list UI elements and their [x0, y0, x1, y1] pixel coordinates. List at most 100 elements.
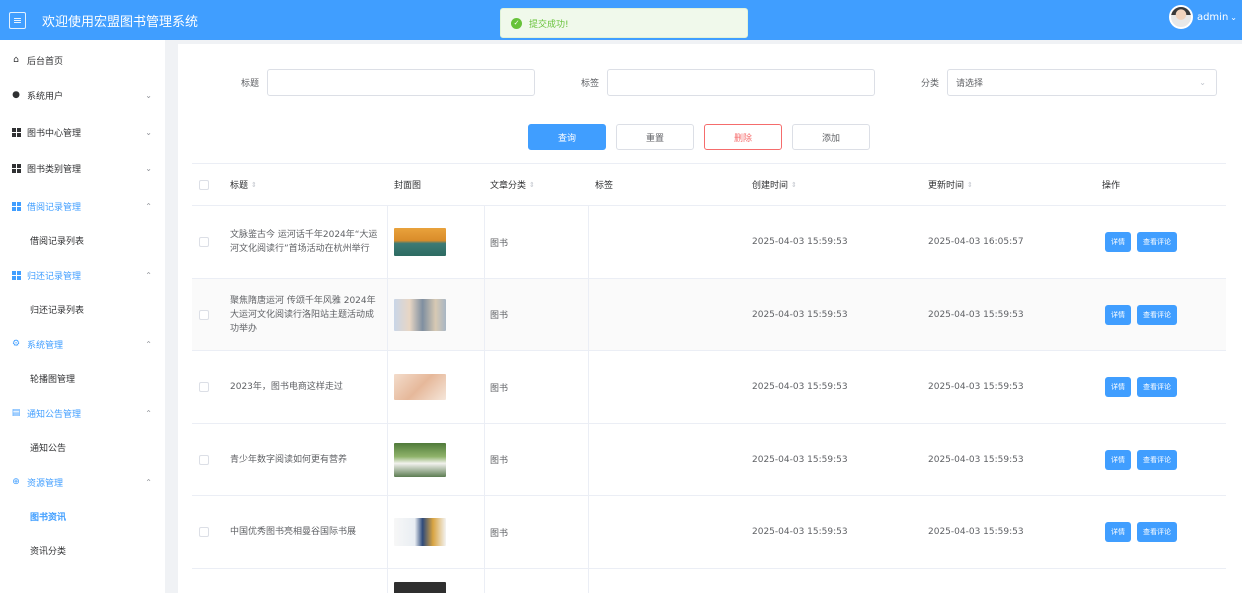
row-checkbox[interactable] — [199, 309, 209, 320]
check-circle-icon: ✓ — [511, 17, 522, 29]
column-title[interactable]: 标题 ⇕ — [230, 164, 257, 205]
sidebar-item-return[interactable]: 归还记录管理 ⌃ — [0, 258, 165, 292]
column-category[interactable]: 文章分类 ⇕ — [490, 164, 535, 205]
sidebar-item-label: 归还记录列表 — [30, 305, 85, 316]
view-comments-button[interactable]: 查看评论 — [1137, 304, 1177, 325]
chevron-up-icon: ⌃ — [145, 270, 152, 280]
sort-icon[interactable]: ⇕ — [529, 181, 535, 189]
row-updated-time: 2025-04-03 16:05:57 — [928, 237, 1024, 247]
row-title: 聚焦隋唐运河 传颂千年风雅 2024年大运河文化阅读行洛阳站主题活动成功举办 — [230, 295, 376, 334]
row-checkbox[interactable] — [199, 237, 209, 247]
select-all-checkbox[interactable] — [199, 179, 209, 190]
sort-icon[interactable]: ⇕ — [251, 181, 257, 189]
grid-icon — [11, 127, 21, 137]
sidebar-item-label: 通知公告 — [30, 443, 67, 454]
row-created-time: 2025-04-03 15:59:53 — [752, 527, 848, 537]
sidebar-item-news-category[interactable]: 资讯分类 — [0, 533, 165, 567]
view-comments-button[interactable]: 查看评论 — [1137, 449, 1177, 470]
row-created-time: 2025-04-03 15:59:53 — [752, 382, 848, 392]
title-filter-label: 标题 — [241, 79, 260, 89]
cover-image — [394, 442, 446, 477]
sort-icon[interactable]: ⇕ — [967, 181, 973, 189]
category-select[interactable]: 请选择 ⌄ — [947, 69, 1217, 96]
column-created[interactable]: 创建时间 ⇕ — [752, 164, 797, 205]
user-menu[interactable]: admin ⌄ — [1168, 5, 1237, 29]
query-button[interactable]: 查询 — [528, 124, 606, 150]
cover-image — [394, 228, 446, 256]
sort-icon[interactable]: ⇕ — [791, 181, 797, 189]
table-row: 文脉鉴古今 运河话千年2024年“大运河文化阅读行”首场活动在杭州举行 图书 2… — [192, 206, 1226, 279]
reset-button[interactable]: 重置 — [616, 124, 694, 150]
cover-image — [394, 518, 446, 546]
title-search-input[interactable] — [267, 69, 535, 96]
success-toast: ✓ 提交成功! — [500, 8, 748, 38]
chevron-down-icon: ⌄ — [145, 90, 152, 100]
row-checkbox[interactable] — [199, 527, 209, 537]
chevron-up-icon: ⌃ — [145, 408, 152, 418]
chevron-up-icon: ⌃ — [145, 477, 152, 487]
chevron-down-icon[interactable]: ⌄ — [1230, 13, 1237, 22]
chevron-down-icon: ⌄ — [145, 163, 152, 173]
row-title: 中国优秀图书亮相曼谷国际书展 — [230, 527, 357, 537]
table-row — [192, 569, 1226, 593]
chevron-up-icon: ⌃ — [145, 201, 152, 211]
toast-message: 提交成功! — [529, 19, 569, 30]
row-category: 图书 — [490, 456, 509, 466]
view-comments-button[interactable]: 查看评论 — [1137, 232, 1177, 252]
sidebar-item-label: 轮播图管理 — [30, 374, 76, 385]
chevron-down-icon: ⌄ — [145, 127, 152, 137]
sidebar-item-return-list[interactable]: 归还记录列表 — [0, 292, 165, 326]
add-button[interactable]: 添加 — [792, 124, 870, 150]
column-updated[interactable]: 更新时间 ⇕ — [928, 164, 973, 205]
sidebar-item-label: 系统管理 — [27, 340, 64, 351]
detail-button[interactable]: 详情 — [1105, 449, 1131, 470]
row-category: 图书 — [490, 238, 509, 249]
sidebar-item-label: 图书资讯 — [30, 512, 67, 523]
detail-button[interactable]: 详情 — [1105, 232, 1131, 252]
table-header: 标题 ⇕ 封面图 文章分类 ⇕ 标签 创建时间 ⇕ 更新时间 ⇕ 操作 — [192, 164, 1226, 206]
sidebar-item-label: 资讯分类 — [30, 546, 67, 557]
sidebar: ⌂ 后台首页 ● 系统用户 ⌄ 图书中心管理 ⌄ 图书类别管理 ⌄ 借阅记录管理… — [0, 40, 165, 593]
sidebar-item-system[interactable]: ⚙ 系统管理 ⌃ — [0, 327, 165, 361]
sidebar-item-home[interactable]: ⌂ 后台首页 — [0, 43, 165, 77]
table-row: 青少年数字阅读如何更有营养 图书 2025-04-03 15:59:53 202… — [192, 424, 1226, 496]
table-row: 中国优秀图书亮相曼谷国际书展 图书 2025-04-03 15:59:53 20… — [192, 496, 1226, 569]
sidebar-item-borrow-list[interactable]: 借阅记录列表 — [0, 223, 165, 257]
menu-toggle-icon[interactable]: ≡ — [9, 11, 26, 29]
detail-button[interactable]: 详情 — [1105, 522, 1131, 542]
cover-image — [394, 582, 446, 593]
sidebar-item-label: 系统用户 — [27, 91, 64, 102]
grid-icon — [11, 163, 21, 173]
sidebar-item-notice[interactable]: ▤ 通知公告管理 ⌃ — [0, 396, 165, 430]
sidebar-item-label: 图书类别管理 — [27, 164, 82, 175]
plus-circle-icon: ⊕ — [12, 477, 20, 487]
sidebar-item-label: 归还记录管理 — [27, 271, 82, 282]
main-panel: 标题 标签 分类 请选择 ⌄ 查询 重置 删除 添加 标题 ⇕ 封面图 文章分类 ⇕… — [178, 44, 1242, 593]
sidebar-item-users[interactable]: ● 系统用户 ⌄ — [0, 78, 165, 112]
row-created-time: 2025-04-03 15:59:53 — [752, 237, 848, 247]
sidebar-item-book-news[interactable]: 图书资讯 — [0, 499, 165, 533]
sidebar-item-notice-list[interactable]: 通知公告 — [0, 430, 165, 464]
sidebar-item-carousel[interactable]: 轮播图管理 — [0, 361, 165, 395]
view-comments-button[interactable]: 查看评论 — [1137, 522, 1177, 542]
news-table: 标题 ⇕ 封面图 文章分类 ⇕ 标签 创建时间 ⇕ 更新时间 ⇕ 操作 文脉鉴古今 运河… — [192, 163, 1226, 593]
sidebar-item-borrow[interactable]: 借阅记录管理 ⌃ — [0, 189, 165, 223]
view-comments-button[interactable]: 查看评论 — [1137, 377, 1177, 397]
sidebar-item-book-category[interactable]: 图书类别管理 ⌄ — [0, 151, 165, 185]
sidebar-item-resource[interactable]: ⊕ 资源管理 ⌃ — [0, 465, 165, 499]
sidebar-item-book-center[interactable]: 图书中心管理 ⌄ — [0, 115, 165, 149]
user-icon: ● — [12, 90, 20, 100]
row-updated-time: 2025-04-03 15:59:53 — [928, 382, 1024, 392]
sidebar-item-label: 借阅记录管理 — [27, 202, 82, 213]
detail-button[interactable]: 详情 — [1105, 304, 1131, 325]
username[interactable]: admin — [1197, 12, 1228, 23]
row-title: 2023年，图书电商这样走过 — [230, 382, 343, 392]
delete-button[interactable]: 删除 — [704, 124, 782, 150]
row-checkbox[interactable] — [199, 454, 209, 465]
avatar[interactable] — [1168, 5, 1193, 29]
grid-icon — [11, 201, 21, 211]
detail-button[interactable]: 详情 — [1105, 377, 1131, 397]
row-checkbox[interactable] — [199, 382, 209, 392]
tag-filter-label: 标签 — [581, 79, 600, 89]
tag-search-input[interactable] — [607, 69, 875, 96]
